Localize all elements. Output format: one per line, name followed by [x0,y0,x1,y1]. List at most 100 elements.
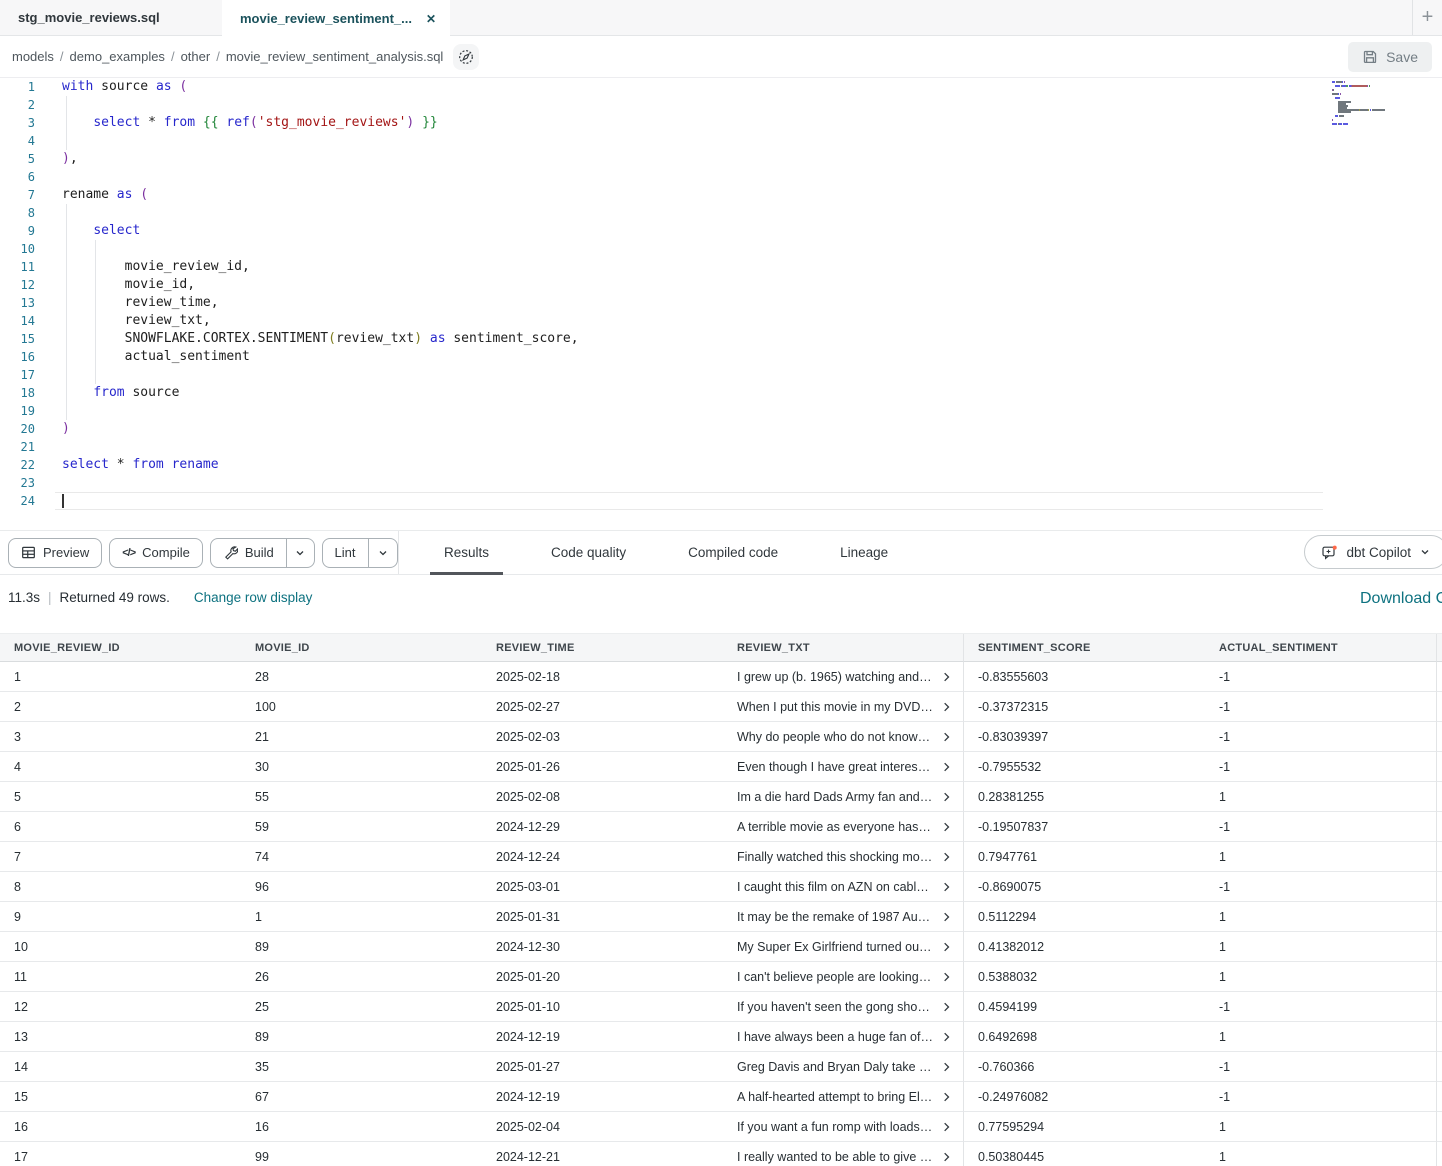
expand-review-icon[interactable] [941,821,952,832]
cell-review_time: 2025-02-27 [482,692,723,722]
code-line[interactable]: 10 [0,240,1442,258]
explore-docs-button[interactable] [453,44,479,70]
tab-compiled-code[interactable]: Compiled code [674,531,792,574]
line-number: 14 [0,312,35,330]
code-editor[interactable]: 1with source as (23 select * from {{ ref… [0,78,1442,530]
dbt-copilot-button[interactable]: dbt Copilot [1304,535,1442,569]
code-line[interactable]: 16 actual_sentiment [0,348,1442,366]
status-separator: | [48,590,52,605]
breadcrumb-bar: models/demo_examples/other/movie_review_… [0,36,1442,78]
line-number: 15 [0,330,35,348]
code-line[interactable]: 1with source as ( [0,78,1442,96]
file-tab-stg-movie-reviews[interactable]: stg_movie_reviews.sql [0,0,222,35]
cell-filler [1437,752,1442,782]
cell-sentiment_score: 0.28381255 [964,782,1205,812]
expand-review-icon[interactable] [941,761,952,772]
cell-sentiment_score: 0.41382012 [964,932,1205,962]
cell-review_txt: I have always been a huge fan of "Hom… [723,1022,964,1052]
cell-sentiment_score: -0.8690075 [964,872,1205,902]
lint-button[interactable]: Lint [323,539,368,567]
expand-review-icon[interactable] [941,941,952,952]
tab-results[interactable]: Results [430,531,503,574]
code-line[interactable]: 6 [0,168,1442,186]
code-line[interactable]: 4 [0,132,1442,150]
expand-review-icon[interactable] [941,971,952,982]
tab-code-quality[interactable]: Code quality [537,531,640,574]
cell-review_time: 2025-01-26 [482,752,723,782]
cell-review_txt: Greg Davis and Bryan Daly take some … [723,1052,964,1082]
line-number: 22 [0,456,35,474]
lint-dropdown-button[interactable] [368,539,397,567]
cell-filler [1437,1052,1442,1082]
column-header-review_time: REVIEW_TIME [482,634,723,662]
table-row: 21002025-02-27When I put this movie in m… [0,692,1442,722]
code-line[interactable]: 21 [0,438,1442,456]
code-line[interactable]: 17 [0,366,1442,384]
cell-review_time: 2025-01-31 [482,902,723,932]
expand-review-icon[interactable] [941,731,952,742]
file-tab-movie-review-sentiment[interactable]: movie_review_sentiment_... ✕ [222,0,450,37]
expand-review-icon[interactable] [941,701,952,712]
cell-filler [1437,782,1442,812]
change-row-display-link[interactable]: Change row display [194,590,313,605]
code-line[interactable]: 5), [0,150,1442,168]
lint-split-button: Lint [322,538,398,568]
build-button[interactable]: Build [211,539,286,567]
compile-button[interactable]: </> Compile [109,538,203,568]
expand-review-icon[interactable] [941,851,952,862]
code-line[interactable]: 9 select [0,222,1442,240]
expand-review-icon[interactable] [941,1091,952,1102]
expand-review-icon[interactable] [941,911,952,922]
code-line[interactable]: 3 select * from {{ ref('stg_movie_review… [0,114,1442,132]
cell-movie_review_id: 11 [0,962,241,992]
code-line[interactable]: 14 review_txt, [0,312,1442,330]
code-line[interactable]: 15 SNOWFLAKE.CORTEX.SENTIMENT(review_txt… [0,330,1442,348]
code-line[interactable]: 8 [0,204,1442,222]
expand-review-icon[interactable] [941,1031,952,1042]
expand-review-icon[interactable] [941,1151,952,1162]
new-tab-button[interactable]: + [1412,0,1442,35]
cell-movie_review_id: 4 [0,752,241,782]
cell-actual_sentiment: -1 [1205,692,1437,722]
indent-guide [95,240,96,384]
file-tab-label: movie_review_sentiment_... [240,11,412,26]
build-split-button: Build [210,538,315,568]
code-line[interactable]: 19 [0,402,1442,420]
code-line[interactable]: 12 movie_id, [0,276,1442,294]
cell-review_time: 2024-12-29 [482,812,723,842]
preview-button[interactable]: Preview [8,538,102,568]
code-line[interactable]: 23 [0,474,1442,492]
cell-movie_id: 74 [241,842,482,872]
expand-review-icon[interactable] [941,1001,952,1012]
build-dropdown-button[interactable] [286,539,314,567]
code-line[interactable]: 18 from source [0,384,1442,402]
code-line[interactable]: 7rename as ( [0,186,1442,204]
expand-review-icon[interactable] [941,1121,952,1132]
editor-minimap[interactable] [1332,81,1412,133]
close-tab-icon[interactable]: ✕ [426,12,436,26]
code-line[interactable]: 2 [0,96,1442,114]
expand-review-icon[interactable] [941,1061,952,1072]
download-csv-link[interactable]: Download CSV [1360,590,1442,608]
line-number: 19 [0,402,35,420]
code-line[interactable]: 22select * from rename [0,456,1442,474]
save-button[interactable]: Save [1348,42,1432,72]
breadcrumb-item: other [181,49,211,64]
breadcrumb-item: demo_examples [70,49,165,64]
compile-label: Compile [142,545,190,560]
breadcrumb: models/demo_examples/other/movie_review_… [10,49,445,64]
code-line[interactable]: 11 movie_review_id, [0,258,1442,276]
cell-review_time: 2025-01-10 [482,992,723,1022]
expand-review-icon[interactable] [941,881,952,892]
line-number: 1 [0,78,35,96]
cell-filler [1437,662,1442,692]
cell-filler [1437,1022,1442,1052]
expand-review-icon[interactable] [941,671,952,682]
code-line[interactable]: 20) [0,420,1442,438]
breadcrumb-separator: / [60,49,64,64]
code-line[interactable]: 13 review_time, [0,294,1442,312]
cell-review_txt: Im a die hard Dads Army fan and nothi… [723,782,964,812]
tab-lineage[interactable]: Lineage [826,531,902,574]
expand-review-icon[interactable] [941,791,952,802]
cell-actual_sentiment: -1 [1205,812,1437,842]
